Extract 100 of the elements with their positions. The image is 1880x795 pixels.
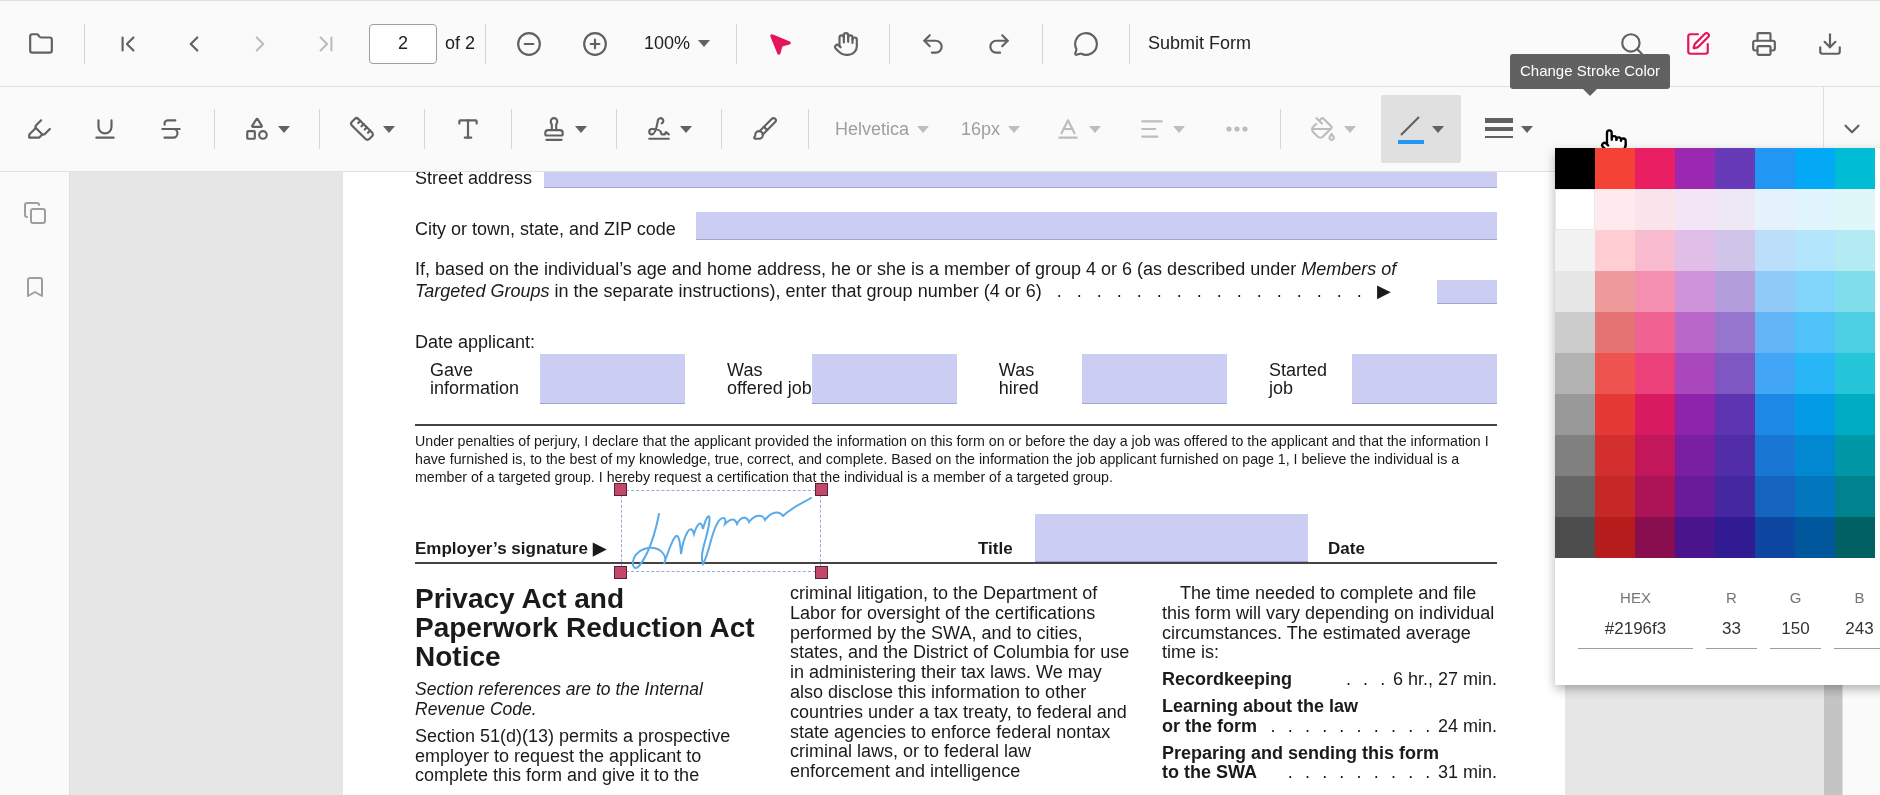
color-swatch[interactable]: [1835, 312, 1875, 353]
form-field[interactable]: [811, 354, 957, 404]
color-swatch[interactable]: [1755, 312, 1795, 353]
resize-handle[interactable]: [815, 483, 828, 496]
color-swatch[interactable]: [1835, 148, 1875, 189]
color-swatch[interactable]: [1715, 230, 1755, 271]
color-swatch[interactable]: [1555, 476, 1595, 517]
color-swatch[interactable]: [1555, 353, 1595, 394]
color-swatch[interactable]: [1675, 394, 1715, 435]
color-swatch[interactable]: [1595, 148, 1635, 189]
form-field[interactable]: [1437, 280, 1497, 304]
color-swatch[interactable]: [1795, 517, 1835, 558]
color-swatch[interactable]: [1835, 517, 1875, 558]
color-swatch[interactable]: [1795, 353, 1835, 394]
color-swatch[interactable]: [1635, 148, 1675, 189]
color-swatch[interactable]: [1555, 312, 1595, 353]
color-swatch[interactable]: [1675, 148, 1715, 189]
color-swatch[interactable]: [1635, 353, 1675, 394]
resize-handle[interactable]: [815, 566, 828, 579]
color-value-field[interactable]: 150: [1770, 616, 1821, 649]
color-swatch[interactable]: [1715, 435, 1755, 476]
color-swatch[interactable]: [1795, 312, 1835, 353]
color-swatch[interactable]: [1635, 230, 1675, 271]
resize-handle[interactable]: [614, 566, 627, 579]
color-swatch[interactable]: [1795, 394, 1835, 435]
color-swatch[interactable]: [1675, 271, 1715, 312]
page-number-field[interactable]: 2: [369, 23, 437, 64]
color-swatch[interactable]: [1755, 394, 1795, 435]
color-swatch[interactable]: [1835, 435, 1875, 476]
color-swatch[interactable]: [1555, 189, 1595, 230]
color-swatch[interactable]: [1675, 435, 1715, 476]
color-swatch[interactable]: [1555, 230, 1595, 271]
color-swatch[interactable]: [1835, 230, 1875, 271]
color-swatch[interactable]: [1835, 353, 1875, 394]
color-swatch[interactable]: [1675, 230, 1715, 271]
color-swatch[interactable]: [1755, 148, 1795, 189]
color-swatch[interactable]: [1795, 271, 1835, 312]
color-swatch[interactable]: [1795, 189, 1835, 230]
color-swatch[interactable]: [1715, 394, 1755, 435]
color-swatch[interactable]: [1595, 230, 1635, 271]
color-swatch[interactable]: [1635, 517, 1675, 558]
color-swatch[interactable]: [1635, 476, 1675, 517]
color-swatch[interactable]: [1795, 230, 1835, 271]
color-value-field[interactable]: 33: [1706, 616, 1757, 649]
color-swatch[interactable]: [1595, 476, 1635, 517]
color-swatch[interactable]: [1555, 517, 1595, 558]
color-swatch[interactable]: [1635, 189, 1675, 230]
dropdown[interactable]: 100%: [628, 23, 727, 64]
color-swatch[interactable]: [1675, 312, 1715, 353]
color-value-field[interactable]: #2196f3: [1578, 616, 1693, 649]
color-swatch[interactable]: [1635, 435, 1675, 476]
color-swatch[interactable]: [1715, 189, 1755, 230]
submit-form-button[interactable]: Submit Form: [1140, 23, 1260, 64]
color-swatch[interactable]: [1795, 435, 1835, 476]
color-swatch[interactable]: [1835, 476, 1875, 517]
color-swatch[interactable]: [1555, 435, 1595, 476]
color-swatch[interactable]: [1715, 148, 1755, 189]
color-swatch[interactable]: [1835, 394, 1875, 435]
color-swatch[interactable]: [1555, 394, 1595, 435]
color-swatch[interactable]: [1715, 312, 1755, 353]
color-swatch[interactable]: [1755, 517, 1795, 558]
form-field[interactable]: [1352, 354, 1497, 404]
color-swatch[interactable]: [1715, 517, 1755, 558]
color-swatch[interactable]: [1715, 353, 1755, 394]
form-field[interactable]: [695, 212, 1497, 240]
color-swatch[interactable]: [1675, 476, 1715, 517]
color-swatch[interactable]: [1595, 312, 1635, 353]
color-swatch[interactable]: [1795, 148, 1835, 189]
color-swatch[interactable]: [1795, 476, 1835, 517]
color-swatch[interactable]: [1595, 394, 1635, 435]
color-swatch[interactable]: [1755, 189, 1795, 230]
color-swatch[interactable]: [1675, 189, 1715, 230]
color-swatch[interactable]: [1755, 435, 1795, 476]
color-swatch[interactable]: [1635, 312, 1675, 353]
color-swatch[interactable]: [1555, 271, 1595, 312]
color-swatch[interactable]: [1635, 271, 1675, 312]
form-field[interactable]: [1035, 514, 1308, 562]
color-swatch[interactable]: [1715, 476, 1755, 517]
color-swatch[interactable]: [1675, 517, 1715, 558]
form-field[interactable]: [540, 354, 686, 404]
color-swatch[interactable]: [1835, 189, 1875, 230]
color-swatch[interactable]: [1675, 353, 1715, 394]
color-swatch[interactable]: [1755, 353, 1795, 394]
color-swatch[interactable]: [1555, 148, 1595, 189]
stroke-color-button[interactable]: [1381, 95, 1462, 163]
color-swatch[interactable]: [1755, 271, 1795, 312]
color-swatch[interactable]: [1715, 271, 1755, 312]
form-field[interactable]: [1081, 354, 1227, 404]
color-swatch[interactable]: [1595, 189, 1635, 230]
caret-icon: [680, 125, 692, 133]
color-swatch[interactable]: [1635, 394, 1675, 435]
color-swatch[interactable]: [1595, 271, 1635, 312]
resize-handle[interactable]: [614, 483, 627, 496]
color-swatch[interactable]: [1835, 271, 1875, 312]
color-swatch[interactable]: [1755, 476, 1795, 517]
color-swatch[interactable]: [1595, 435, 1635, 476]
color-value-field[interactable]: 243: [1834, 616, 1880, 649]
color-swatch[interactable]: [1595, 517, 1635, 558]
color-swatch[interactable]: [1755, 230, 1795, 271]
color-swatch[interactable]: [1595, 353, 1635, 394]
